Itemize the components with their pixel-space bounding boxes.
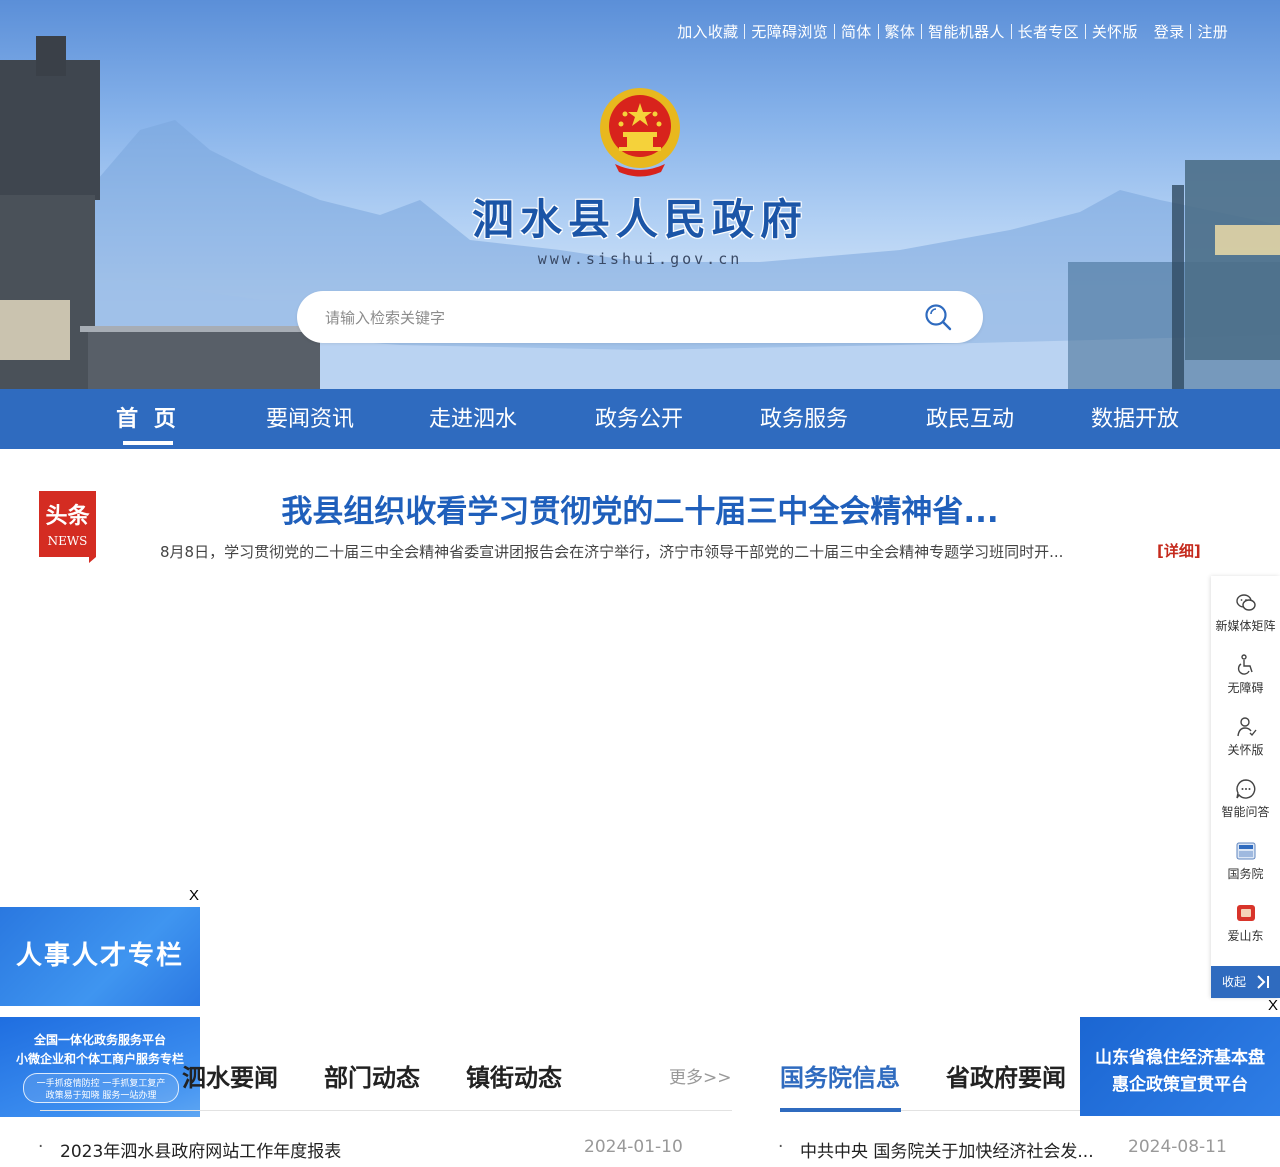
tab-active-indicator	[780, 1108, 901, 1112]
ad-pill-line2: 政策易于知晓 服务一站办理	[45, 1091, 157, 1101]
list-bullet: ·	[38, 1137, 44, 1157]
top-link-robot[interactable]: 智能机器人	[928, 21, 1005, 42]
nav-gov-affairs[interactable]: 政务公开	[584, 389, 694, 449]
sidebar-label: 新媒体矩阵	[1215, 619, 1276, 633]
top-link-favorite[interactable]: 加入收藏	[677, 21, 738, 42]
header-banner: 加入收藏 无障碍浏览 简体 繁体 智能机器人 长者专区 关怀版 登录 注册 泗水…	[0, 0, 1280, 389]
divider	[1010, 24, 1012, 39]
tab-state-council-info[interactable]: 国务院信息	[780, 1058, 900, 1093]
sidebar-label: 国务院	[1227, 867, 1264, 881]
top-link-care[interactable]: 关怀版	[1092, 21, 1138, 42]
main-nav: 首 页 要闻资讯 走进泗水 政务公开 政务服务 政民互动 数据开放	[0, 389, 1280, 449]
sidebar-label: 关怀版	[1227, 743, 1264, 757]
search-bar	[297, 291, 983, 343]
national-emblem-icon	[600, 88, 680, 177]
tab-provincial-news[interactable]: 省政府要闻	[946, 1058, 1066, 1093]
sidebar-item-love-shandong[interactable]: 爱山东	[1211, 902, 1280, 944]
sidebar-item-state-council[interactable]: 国务院	[1211, 840, 1280, 882]
wechat-icon	[1235, 594, 1256, 611]
collapse-label: 收起	[1222, 975, 1247, 989]
headline-news-badge: 头条 NEWS	[39, 491, 96, 563]
state-council-icon	[1236, 842, 1255, 860]
search-icon[interactable]	[924, 303, 952, 331]
nav-interaction[interactable]: 政民互动	[915, 389, 1025, 449]
divider	[833, 24, 835, 39]
site-title: 泗水县人民政府	[471, 195, 808, 244]
top-link-elderly[interactable]: 长者专区	[1018, 21, 1079, 42]
register-link[interactable]: 注册	[1197, 21, 1228, 42]
login-link[interactable]: 登录	[1154, 21, 1185, 42]
nav-home[interactable]: 首 页	[110, 389, 186, 449]
top-link-traditional[interactable]: 繁体	[885, 21, 916, 42]
ad-platform-pill: 一手抓疫情防控 一手抓复工复产 政策易于知晓 服务一站办理	[23, 1073, 179, 1103]
top-links: 加入收藏 无障碍浏览 简体 繁体 智能机器人 长者专区 关怀版 登录 注册	[677, 21, 1228, 42]
sidebar-label: 爱山东	[1227, 929, 1264, 943]
headline-title[interactable]: 我县组织收看学习贯彻党的二十届三中全会精神省...	[150, 486, 1130, 531]
sidebar-label: 无障碍	[1227, 681, 1264, 695]
sidebar-item-new-media[interactable]: 新媒体矩阵	[1211, 592, 1280, 634]
divider	[921, 24, 923, 39]
site-url: www.sishui.gov.cn	[537, 250, 743, 268]
nav-active-indicator	[123, 441, 173, 445]
nav-open-data[interactable]: 数据开放	[1080, 389, 1190, 449]
close-shandong-ad-button[interactable]: X	[1268, 997, 1278, 1014]
sidebar-item-care-mode[interactable]: 关怀版	[1211, 716, 1280, 758]
badge-top-text: 头条	[45, 503, 90, 529]
sidebar-label: 智能问答	[1221, 805, 1270, 819]
top-link-simplified[interactable]: 简体	[841, 21, 872, 42]
collapse-arrow-icon	[1257, 975, 1269, 989]
ad-shandong-line1: 山东省稳住经济基本盘	[1095, 1048, 1265, 1068]
headline-detail-link[interactable]: [详细]	[1157, 540, 1201, 561]
wheelchair-icon	[1237, 654, 1253, 675]
tab-department-news[interactable]: 部门动态	[324, 1058, 420, 1093]
divider	[877, 24, 879, 39]
sidebar-collapse-button[interactable]: 收起	[1211, 966, 1280, 998]
list-item-title[interactable]: 2023年泗水县政府网站工作年度报表	[60, 1137, 341, 1162]
ad-platform-line1: 全国一体化政务服务平台	[33, 1033, 166, 1047]
list-bullet: ·	[778, 1137, 784, 1157]
divider	[40, 1110, 732, 1111]
floating-sidebar: 新媒体矩阵 无障碍 关怀版 智能问答 国务院 爱山东 收起	[1211, 576, 1280, 998]
ad-shandong-line2: 惠企政策宣贯平台	[1112, 1075, 1248, 1095]
more-link[interactable]: 更多>>	[669, 1063, 732, 1088]
elder-user-icon	[1236, 717, 1257, 737]
list-item-date: 2024-01-10	[584, 1137, 683, 1157]
divider	[1084, 24, 1086, 39]
nav-gov-services[interactable]: 政务服务	[749, 389, 859, 449]
gov-service-platform-ad[interactable]: 全国一体化政务服务平台 小微企业和个体工商户服务专栏 一手抓疫情防控 一手抓复工…	[0, 1017, 200, 1117]
sidebar-item-smart-qa[interactable]: 智能问答	[1211, 778, 1280, 820]
chat-bubble-icon	[1235, 779, 1255, 799]
tab-town-news[interactable]: 镇街动态	[466, 1058, 562, 1093]
love-shandong-icon	[1236, 905, 1255, 921]
list-item-date: 2024-08-11	[1128, 1137, 1227, 1157]
headline-summary: 8月8日，学习贯彻党的二十届三中全会精神省委宣讲团报告会在济宁举行，济宁市领导干…	[160, 543, 1064, 561]
nav-news[interactable]: 要闻资讯	[255, 389, 365, 449]
shandong-policy-platform-ad[interactable]: 山东省稳住经济基本盘 惠企政策宣贯平台	[1080, 1017, 1280, 1116]
talent-column-ad[interactable]: 人事人才专栏	[0, 907, 200, 1006]
nav-about-sishui[interactable]: 走进泗水	[418, 389, 528, 449]
tab-sishui-news[interactable]: 泗水要闻	[182, 1058, 278, 1093]
sidebar-item-accessibility[interactable]: 无障碍	[1211, 654, 1280, 696]
badge-bottom-text: NEWS	[48, 534, 88, 548]
divider	[744, 24, 746, 39]
top-link-accessibility[interactable]: 无障碍浏览	[751, 21, 828, 42]
search-input[interactable]	[323, 304, 887, 332]
close-talent-ad-button[interactable]: X	[189, 887, 199, 904]
list-item-title[interactable]: 中共中央 国务院关于加快经济社会发...	[800, 1137, 1094, 1162]
divider	[1190, 24, 1192, 39]
ad-platform-line2: 小微企业和个体工商户服务专栏	[15, 1052, 184, 1066]
